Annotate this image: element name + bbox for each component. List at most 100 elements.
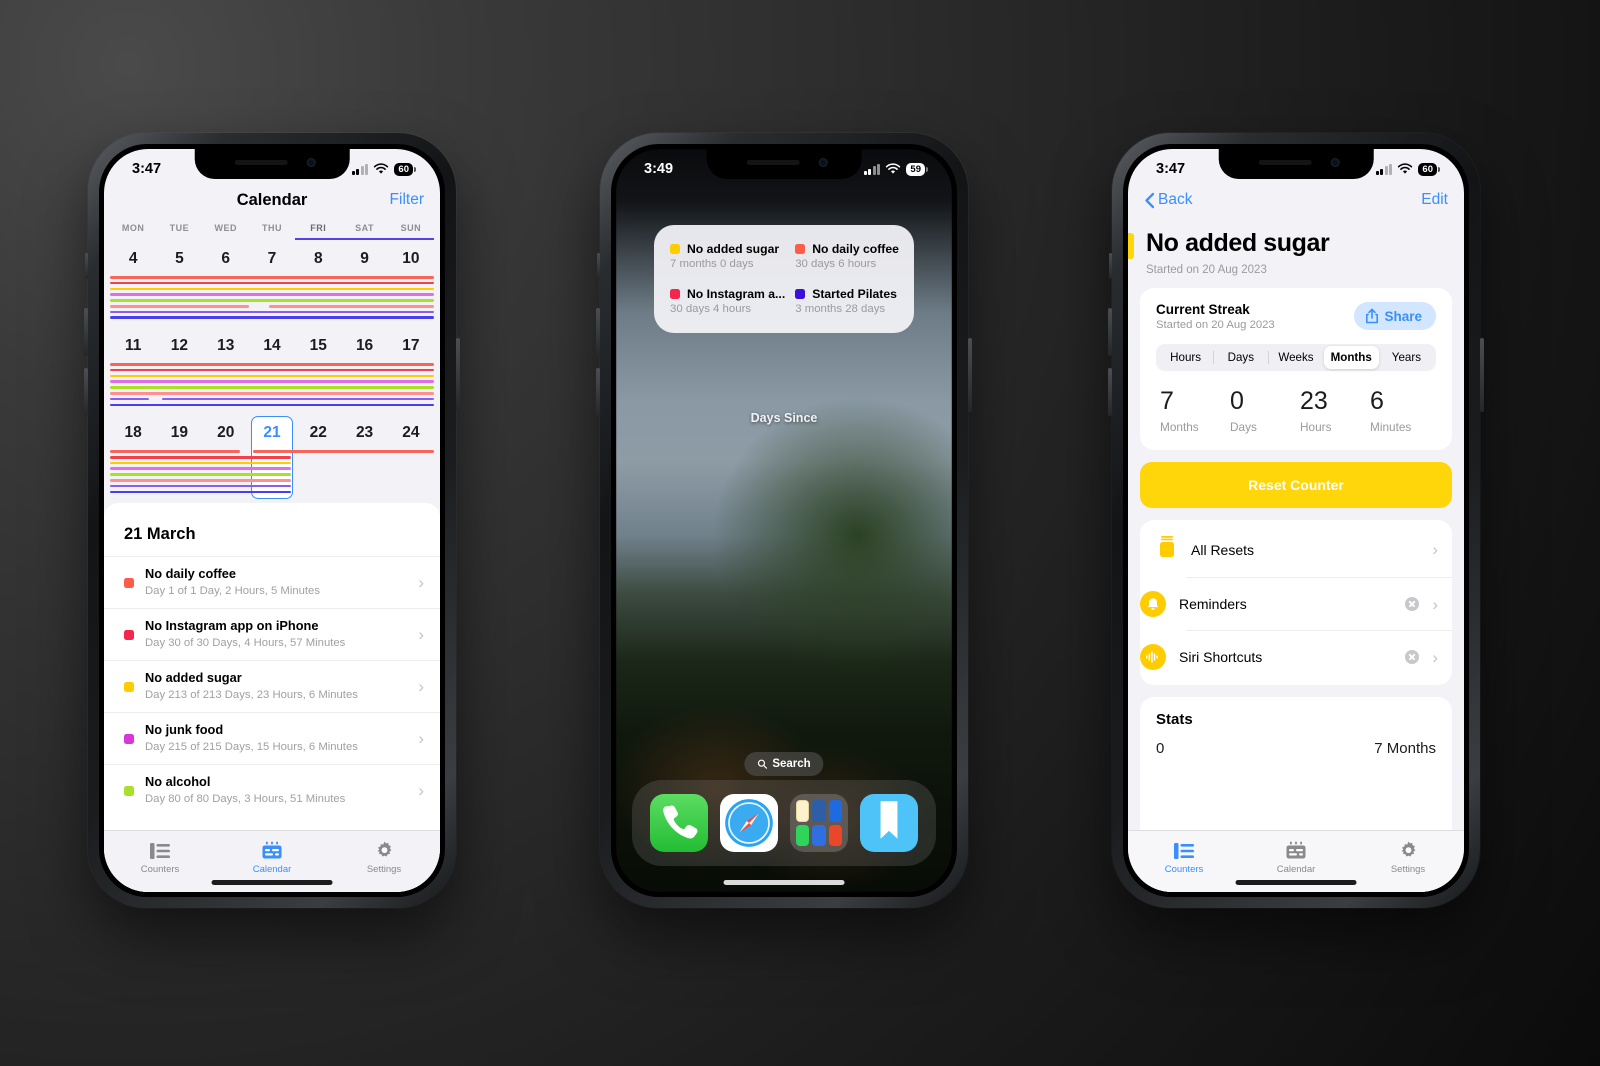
- calendar-day[interactable]: 23: [341, 420, 387, 448]
- option-row[interactable]: Siri Shortcuts ›: [1140, 630, 1452, 683]
- power-button[interactable]: [456, 338, 460, 412]
- calendar-stripe: [110, 473, 292, 476]
- podcasts-mini-icon: [812, 824, 826, 846]
- calendar-day[interactable]: 10: [388, 246, 434, 274]
- share-button[interactable]: Share: [1354, 302, 1436, 330]
- chevron-right-icon: ›: [418, 625, 424, 645]
- widget-item[interactable]: Started Pilates 3 months 28 days: [795, 287, 899, 315]
- tab-calendar[interactable]: Calendar: [1240, 841, 1352, 875]
- counter-list[interactable]: No daily coffee Day 1 of 1 Day, 2 Hours,…: [104, 556, 440, 816]
- power-button[interactable]: [1480, 338, 1484, 412]
- tab-settings[interactable]: Settings: [328, 840, 440, 875]
- tab-settings[interactable]: Settings: [1352, 840, 1464, 875]
- mute-switch[interactable]: [1109, 253, 1112, 279]
- calendar-stripe: [110, 455, 292, 459]
- tab-calendar[interactable]: Calendar: [216, 841, 328, 875]
- power-button[interactable]: [968, 338, 972, 412]
- list-item[interactable]: No added sugar Day 213 of 213 Days, 23 H…: [104, 660, 440, 712]
- segment-months[interactable]: Months: [1323, 346, 1379, 369]
- calendar-day[interactable]: 13: [203, 333, 249, 361]
- volume-down-button[interactable]: [84, 368, 88, 416]
- app-folder-icon[interactable]: [790, 794, 848, 852]
- calendar-day[interactable]: 20: [203, 420, 249, 448]
- streak-number: 0: [1230, 387, 1244, 415]
- volume-up-button[interactable]: [1108, 308, 1112, 356]
- safari-app-icon[interactable]: [720, 794, 778, 852]
- calendar-day[interactable]: 6: [203, 246, 249, 274]
- list-item[interactable]: No Instagram app on iPhone Day 30 of 30 …: [104, 608, 440, 660]
- mute-switch[interactable]: [597, 253, 600, 279]
- cellular-signal-icon: [351, 163, 369, 175]
- options-list[interactable]: All Resets › Reminders › Siri Shortcuts …: [1140, 520, 1452, 685]
- volume-down-button[interactable]: [1108, 368, 1112, 416]
- calendar-day[interactable]: 15: [295, 333, 341, 361]
- clear-icon[interactable]: [1405, 597, 1420, 611]
- back-button[interactable]: Back: [1144, 191, 1192, 209]
- days-since-widget[interactable]: No added sugar 7 months 0 days No daily …: [654, 225, 914, 333]
- widget-item[interactable]: No Instagram a... 30 days 4 hours: [670, 287, 785, 315]
- clear-icon[interactable]: [1405, 650, 1420, 664]
- counter-color-dot: [124, 733, 134, 744]
- wifi-icon: [1398, 163, 1413, 174]
- home-indicator[interactable]: [723, 880, 845, 885]
- search-button[interactable]: Search: [744, 752, 824, 776]
- battery-indicator: 59: [906, 162, 925, 176]
- calendar-day[interactable]: 19: [156, 420, 202, 448]
- tab-counters[interactable]: Counters: [104, 841, 216, 875]
- phone-app-icon[interactable]: [650, 794, 708, 852]
- mute-switch[interactable]: [85, 253, 88, 279]
- widget-item[interactable]: No daily coffee 30 days 6 hours: [795, 242, 899, 270]
- calendar-day[interactable]: 21: [249, 420, 295, 448]
- weekday-sun: SUN: [400, 223, 422, 233]
- calendar-day[interactable]: 16: [341, 333, 387, 361]
- volume-up-button[interactable]: [596, 308, 600, 356]
- calendar-day[interactable]: 18: [110, 420, 156, 448]
- calendar-stripe: [110, 403, 434, 407]
- volume-up-button[interactable]: [84, 308, 88, 356]
- option-icon-wrap: [1140, 644, 1166, 670]
- calendar-day[interactable]: 9: [341, 246, 387, 274]
- calendar-day[interactable]: 17: [388, 333, 434, 361]
- calendar-day[interactable]: 8: [295, 246, 341, 274]
- notes-mini-icon: [796, 800, 810, 822]
- tab-counters[interactable]: Counters: [1128, 841, 1240, 875]
- calendar-day[interactable]: 11: [110, 333, 156, 361]
- volume-down-button[interactable]: [596, 368, 600, 416]
- dock: [632, 780, 936, 866]
- calendar-stripe: [110, 386, 434, 389]
- calendar-stripe: [110, 293, 434, 296]
- counter-name: No added sugar: [145, 670, 242, 686]
- segment-hours[interactable]: Hours: [1158, 346, 1213, 369]
- edit-button[interactable]: Edit: [1421, 191, 1448, 209]
- calendar-day[interactable]: 14: [249, 333, 295, 361]
- calendar-day[interactable]: 7: [249, 246, 295, 274]
- calendar-day[interactable]: 12: [156, 333, 202, 361]
- calendar-stripe: [110, 299, 434, 302]
- counter-color-accent: [1128, 233, 1134, 259]
- calendar-day[interactable]: 4: [110, 246, 156, 274]
- list-item[interactable]: No alcohol Day 80 of 80 Days, 3 Hours, 5…: [104, 764, 440, 816]
- time-unit-segmented-control[interactable]: Hours Days Weeks Months Years: [1156, 344, 1436, 371]
- list-item[interactable]: No junk food Day 215 of 215 Days, 15 Hou…: [104, 712, 440, 764]
- calendar-stripe: [110, 363, 434, 366]
- calendar-stripe: [110, 287, 434, 291]
- calendar-stripe: [110, 490, 292, 494]
- calendar-day[interactable]: 5: [156, 246, 202, 274]
- days-since-app-icon[interactable]: [860, 794, 918, 852]
- segment-days[interactable]: Days: [1213, 346, 1268, 369]
- option-row[interactable]: Reminders ›: [1140, 577, 1452, 630]
- calendar-day[interactable]: 22: [295, 420, 341, 448]
- segment-years[interactable]: Years: [1379, 346, 1434, 369]
- calendar-weeks[interactable]: 4 5 6 7 8 9 10 11 12 13 14 15 16 17 18 19 20 21 22 23 24: [104, 240, 440, 501]
- filter-button[interactable]: Filter: [390, 191, 424, 209]
- calendar-day[interactable]: 24: [388, 420, 434, 448]
- option-row[interactable]: All Resets ›: [1140, 522, 1452, 577]
- counter-detail: Day 1 of 1 Day, 2 Hours, 5 Minutes: [145, 584, 320, 597]
- widget-item[interactable]: No added sugar 7 months 0 days: [670, 242, 785, 270]
- home-indicator[interactable]: [211, 880, 333, 885]
- list-item[interactable]: No daily coffee Day 1 of 1 Day, 2 Hours,…: [104, 556, 440, 608]
- home-indicator[interactable]: [1235, 880, 1357, 885]
- option-icon-wrap: [1156, 535, 1178, 564]
- segment-weeks[interactable]: Weeks: [1268, 346, 1323, 369]
- reset-counter-button[interactable]: Reset Counter: [1140, 462, 1452, 508]
